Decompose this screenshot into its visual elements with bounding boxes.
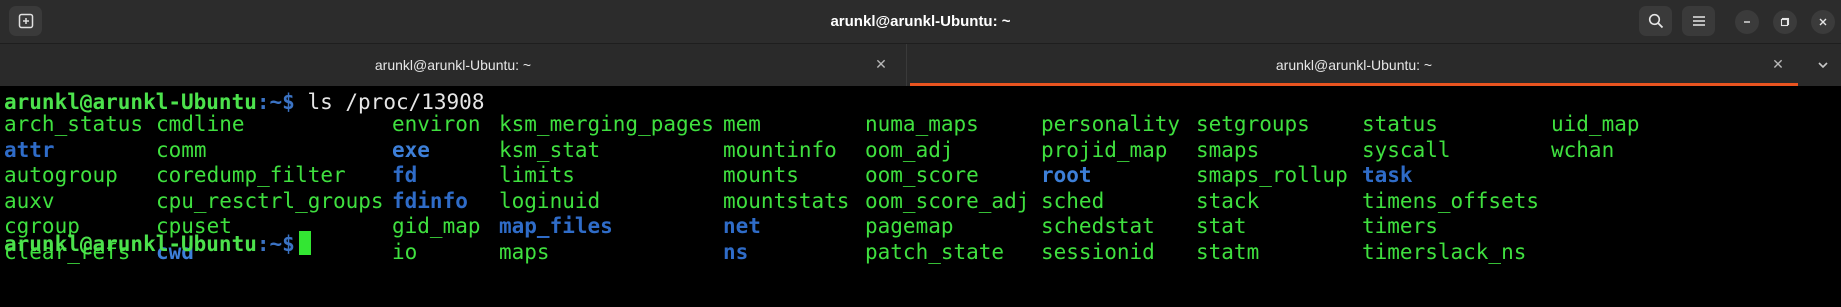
tab-1-close-button[interactable]: ✕: [872, 56, 890, 74]
listing-entry: fd: [392, 163, 418, 187]
listing-entry: mountinfo: [723, 137, 837, 162]
listing-entry: auxv: [4, 188, 55, 213]
close-tab-icon: ✕: [875, 57, 887, 73]
listing-entry: pagemap: [865, 214, 954, 238]
menu-button[interactable]: [1682, 6, 1715, 36]
listing-entry: oom_score_adj: [865, 188, 1030, 213]
current-prompt-line: arunkl@arunkl-Ubuntu:~$: [4, 231, 311, 257]
listing-entry: smaps_rollup: [1196, 163, 1348, 187]
listing-entry: mem: [723, 112, 761, 136]
close-tab-icon: ✕: [1772, 57, 1784, 73]
terminal-output[interactable]: arunkl@arunkl-Ubuntu:~$ ls /proc/13908 a…: [0, 86, 1841, 307]
tab-bar: arunkl@arunkl-Ubuntu: ~ ✕ arunkl@arunkl-…: [0, 44, 1841, 86]
listing-entry: uid_map: [1551, 112, 1640, 136]
listing-entry: schedstat: [1041, 214, 1155, 238]
listing-entry: statm: [1196, 239, 1260, 264]
listing-entry: environ: [392, 112, 481, 136]
listing-entry: ksm_merging_pages: [499, 112, 714, 136]
listing-entry: autogroup: [4, 163, 118, 187]
close-icon: [1819, 18, 1827, 26]
hamburger-menu-icon: [1692, 16, 1705, 26]
tab-2-close-button[interactable]: ✕: [1769, 56, 1787, 74]
maximize-icon: [1780, 17, 1790, 27]
listing-entry: arch_status: [4, 112, 144, 136]
search-icon: [1648, 13, 1663, 29]
listing-entry: personality: [1041, 112, 1181, 136]
listing-entry: net: [723, 214, 761, 238]
tab-1[interactable]: arunkl@arunkl-Ubuntu: ~: [0, 44, 906, 86]
listing-entry: wchan: [1551, 137, 1615, 162]
listing-entry: limits: [499, 163, 575, 187]
title-bar: arunkl@arunkl-Ubuntu: ~: [0, 0, 1841, 44]
prompt-user: arunkl@arunkl-Ubuntu: [4, 232, 257, 256]
listing-entry: sched: [1041, 188, 1105, 213]
listing-entry: comm: [156, 137, 207, 162]
listing-entry: smaps: [1196, 137, 1260, 162]
new-tab-button[interactable]: [9, 6, 42, 36]
close-window-button[interactable]: [1811, 10, 1835, 34]
listing-entry: syscall: [1362, 137, 1451, 162]
window-title: arunkl@arunkl-Ubuntu: ~: [830, 13, 1011, 30]
listing-entry: patch_state: [865, 239, 1005, 264]
listing-entry: root: [1041, 163, 1092, 187]
listing-entry: stack: [1196, 188, 1260, 213]
listing-entry: mounts: [723, 163, 799, 187]
listing-entry: loginuid: [499, 188, 601, 213]
listing-entry: maps: [499, 239, 550, 264]
minimize-icon: [1744, 21, 1750, 23]
listing-entry: task: [1362, 163, 1413, 187]
chevron-down-icon: [1818, 62, 1828, 69]
text-cursor: [298, 231, 311, 255]
tab-list-dropdown-button[interactable]: [1814, 56, 1832, 74]
listing-entry: coredump_filter: [156, 163, 346, 187]
listing-entry: attr: [4, 137, 55, 162]
tab-1-label: arunkl@arunkl-Ubuntu: ~: [374, 57, 532, 73]
listing-entry: cpu_resctrl_groups: [156, 188, 384, 213]
maximize-button[interactable]: [1773, 10, 1797, 34]
listing-entry: ksm_stat: [499, 137, 601, 162]
listing-entry: io: [392, 239, 418, 264]
listing-entry: timerslack_ns: [1362, 239, 1527, 264]
listing-entry: gid_map: [392, 214, 481, 238]
listing-entry: setgroups: [1196, 112, 1310, 136]
listing-entry: timens_offsets: [1362, 188, 1540, 213]
tab-2[interactable]: arunkl@arunkl-Ubuntu: ~: [907, 44, 1801, 86]
listing-entry: mountstats: [723, 188, 850, 213]
listing-entry: oom_adj: [865, 137, 954, 162]
listing-entry: timers: [1362, 214, 1438, 238]
prompt-path: :~$: [256, 232, 295, 256]
tab-2-label: arunkl@arunkl-Ubuntu: ~: [1275, 57, 1433, 73]
minimize-button[interactable]: [1735, 10, 1759, 34]
listing-entry: exe: [392, 137, 430, 162]
new-tab-icon: [18, 13, 33, 29]
search-button[interactable]: [1639, 6, 1672, 36]
listing-entry: ns: [723, 239, 749, 264]
listing-entry: numa_maps: [865, 112, 979, 136]
listing-entry: sessionid: [1041, 239, 1155, 264]
listing-entry: fdinfo: [392, 188, 468, 213]
listing-entry: oom_score: [865, 163, 979, 187]
listing-entry: map_files: [499, 214, 613, 238]
prompt-path: :~$: [256, 90, 295, 114]
listing-entry: stat: [1196, 214, 1247, 238]
listing-entry: projid_map: [1041, 137, 1168, 162]
listing-entry: cmdline: [156, 112, 245, 136]
listing-entry: status: [1362, 112, 1438, 136]
